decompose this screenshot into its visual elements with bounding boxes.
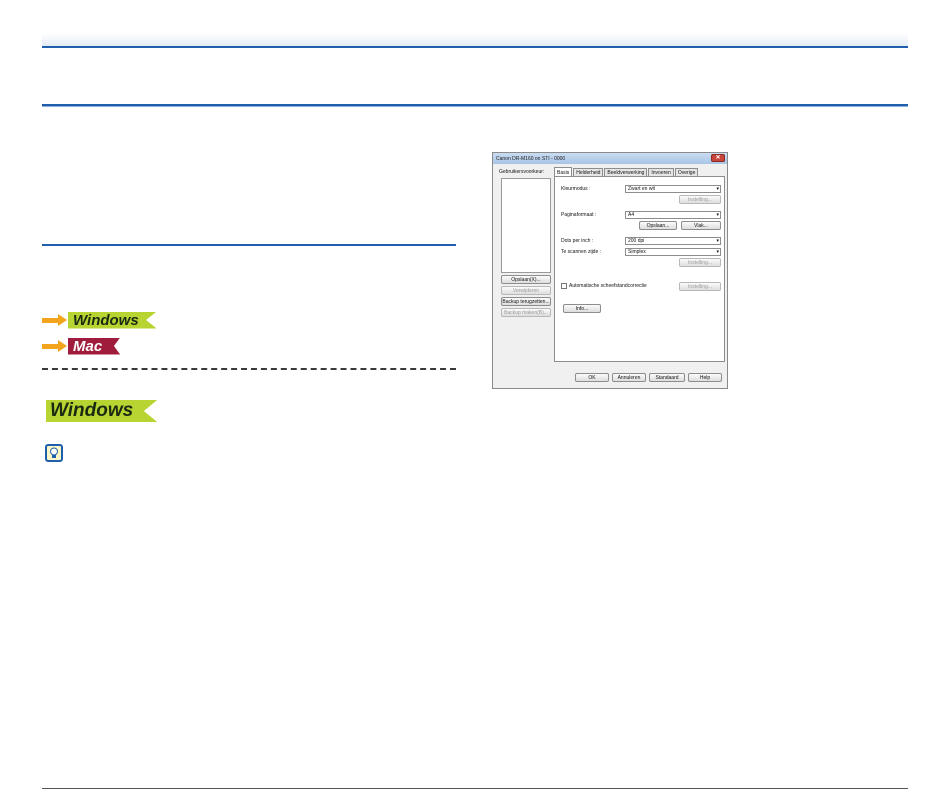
chevron-down-icon: ▾ bbox=[716, 238, 719, 244]
help-button[interactable]: Help bbox=[688, 373, 722, 382]
page-size-save-button[interactable]: Opslaan... bbox=[639, 221, 677, 230]
chevron-down-icon: ▾ bbox=[716, 249, 719, 255]
save-preference-button[interactable]: Opslaan(X)... bbox=[501, 275, 551, 284]
ok-button[interactable]: OK bbox=[575, 373, 609, 382]
scan-side-settings-button[interactable]: Instelling... bbox=[679, 258, 721, 267]
os-row-windows[interactable]: Windows bbox=[42, 311, 157, 329]
delete-preference-button[interactable]: Verwijderen bbox=[501, 286, 551, 295]
footer-rule bbox=[42, 788, 908, 789]
mac-tag[interactable]: Mac bbox=[68, 337, 121, 355]
scan-side-value: Simplex bbox=[628, 249, 646, 255]
auto-deskew-settings-button[interactable]: Instelling... bbox=[679, 282, 721, 291]
dialog-titlebar: Canon DR-M160 on STI - 0000 ✕ bbox=[493, 153, 727, 164]
scan-side-select[interactable]: Simplex ▾ bbox=[625, 248, 721, 256]
header-rule-top bbox=[42, 46, 908, 48]
auto-deskew-checkbox[interactable] bbox=[561, 283, 567, 289]
make-backup-button[interactable]: Backup maken(B)... bbox=[501, 308, 551, 317]
scanner-settings-dialog: Canon DR-M160 on STI - 0000 ✕ Gebruikers… bbox=[492, 152, 728, 389]
windows-section-tag: Windows bbox=[46, 400, 158, 422]
dpi-label: Dots per inch : bbox=[561, 238, 594, 244]
color-mode-value: Zwart en wit bbox=[628, 186, 655, 192]
header-rule-bottom bbox=[42, 104, 908, 107]
header-band bbox=[42, 33, 908, 47]
dpi-value: 200 dpi bbox=[628, 238, 645, 244]
color-mode-settings-button[interactable]: Instelling... bbox=[679, 195, 721, 204]
lightbulb-hint-icon bbox=[45, 444, 63, 462]
dashed-divider bbox=[42, 368, 456, 370]
dpi-select[interactable]: 200 dpi ▾ bbox=[625, 237, 721, 245]
arrow-right-icon bbox=[42, 314, 68, 326]
dialog-title: Canon DR-M160 on STI - 0000 bbox=[496, 155, 566, 162]
windows-tag[interactable]: Windows bbox=[68, 311, 157, 329]
section-rule bbox=[42, 244, 456, 246]
arrow-right-icon bbox=[42, 340, 68, 352]
default-button[interactable]: Standaard bbox=[649, 373, 685, 382]
page-size-area-button[interactable]: Vlak... bbox=[681, 221, 721, 230]
cancel-button[interactable]: Annuleren bbox=[612, 373, 646, 382]
page-size-select[interactable]: A4 ▾ bbox=[625, 211, 721, 219]
color-mode-select[interactable]: Zwart en wit ▾ bbox=[625, 185, 721, 193]
page-size-label: Paginaformaat : bbox=[561, 212, 597, 218]
user-preference-list[interactable] bbox=[501, 178, 551, 273]
os-row-mac[interactable]: Mac bbox=[42, 337, 121, 355]
scan-side-label: Te scannen zijde : bbox=[561, 249, 602, 255]
auto-deskew-label: Automatische scheefstandcorrectie bbox=[569, 283, 647, 289]
basis-panel: Kleurmodus : Zwart en wit ▾ Instelling..… bbox=[554, 176, 725, 362]
device-list-label: Gebruikersvoorkeur: bbox=[499, 169, 545, 175]
close-icon[interactable]: ✕ bbox=[711, 154, 725, 162]
page-size-value: A4 bbox=[628, 212, 635, 218]
restore-backup-button[interactable]: Backup terugzetten... bbox=[501, 297, 551, 306]
info-button[interactable]: Info... bbox=[563, 304, 601, 313]
color-mode-label: Kleurmodus : bbox=[561, 186, 591, 192]
chevron-down-icon: ▾ bbox=[716, 186, 719, 192]
chevron-down-icon: ▾ bbox=[716, 212, 719, 218]
